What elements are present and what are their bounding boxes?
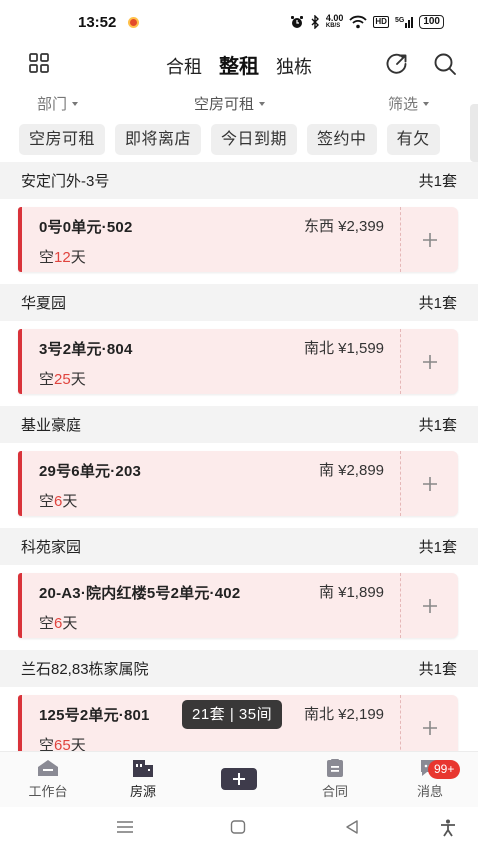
add-button[interactable] [401, 207, 458, 272]
status-bar: 13:52 4.00 KB/S HD 5G 100 [0, 0, 478, 44]
status-filter[interactable]: 空房可租 [194, 93, 266, 114]
chip-vacant-available[interactable]: 空房可租 [19, 124, 106, 155]
vacant-days: 空25天 [39, 371, 86, 388]
group-header: 基业豪庭 共1套 [0, 406, 478, 443]
unit-label: 20-A3·院内红楼5号2单元·402 [39, 585, 241, 602]
community-name: 华夏园 [21, 295, 67, 312]
chip-signing[interactable]: 签约中 [307, 124, 377, 155]
department-filter[interactable]: 部门 [37, 93, 79, 114]
signal-icon: 5G [395, 16, 414, 28]
tab-whole-rental[interactable]: 整租 [219, 56, 259, 78]
plus-icon [422, 598, 437, 613]
group-header: 科苑家园 共1套 [0, 528, 478, 565]
add-button[interactable] [401, 451, 458, 516]
add-button[interactable] [401, 329, 458, 394]
network-speed: 4.00 KB/S [325, 13, 344, 30]
plus-icon [422, 354, 437, 369]
search-icon[interactable] [432, 51, 458, 77]
bottom-navigation: 工作台 房源 合同 消息 99+ [0, 751, 478, 807]
back-icon[interactable] [344, 819, 360, 835]
unit-label: 0号0单元·502 [39, 219, 133, 236]
chip-leaving-soon[interactable]: 即将离店 [115, 124, 202, 155]
caret-down-icon [259, 101, 266, 106]
unit-label: 3号2单元·804 [39, 341, 133, 358]
chip-arrears[interactable]: 有欠 [386, 124, 440, 155]
vacant-days: 空12天 [39, 249, 86, 266]
home-icon[interactable] [230, 819, 246, 835]
contract-icon [327, 759, 343, 777]
community-name: 兰石82,83栋家属院 [21, 661, 149, 678]
battery-indicator: 100 [419, 15, 444, 29]
alarm-icon [290, 16, 303, 28]
listing-card[interactable]: 29号6单元·203 南 ¥2,899 空6天 [18, 451, 458, 516]
status-time: 13:52 [78, 13, 117, 31]
group-count: 共1套 [418, 661, 457, 678]
plus-icon [422, 720, 437, 735]
group-count: 共1套 [418, 417, 457, 434]
community-name: 基业豪庭 [21, 417, 82, 434]
menu-icon[interactable] [116, 819, 134, 835]
bluetooth-icon [311, 15, 319, 29]
tab-detached-building[interactable]: 独栋 [276, 57, 312, 77]
caret-down-icon [423, 101, 430, 106]
group-count: 共1套 [418, 295, 457, 312]
nav-listings[interactable]: 房源 [113, 758, 173, 800]
vacant-days: 空6天 [39, 493, 78, 510]
group-body: 20-A3·院内红楼5号2单元·402 南 ¥1,899 空6天 [0, 565, 478, 650]
notification-app-icon [128, 16, 140, 28]
listing-list: 安定门外-3号 共1套 0号0单元·502 东西 ¥2,399 空12天 华夏园… [0, 162, 478, 772]
filter-row: 部门 空房可租 筛选 [0, 88, 478, 118]
group-header: 华夏园 共1套 [0, 284, 478, 321]
orientation-price: 南北 ¥1,599 [303, 340, 384, 357]
quick-filter-chips: 空房可租 即将离店 今日到期 签约中 有欠 [19, 124, 478, 156]
group-count: 共1套 [418, 539, 457, 556]
vacant-days: 空6天 [39, 615, 78, 632]
listing-card[interactable]: 3号2单元·804 南北 ¥1,599 空25天 [18, 329, 458, 394]
community-name: 科苑家园 [21, 539, 82, 556]
unit-label: 29号6单元·203 [39, 463, 142, 480]
plus-icon [422, 232, 437, 247]
nav-add-button[interactable] [221, 768, 257, 790]
workbench-icon [38, 760, 58, 776]
nav-contracts[interactable]: 合同 [305, 758, 365, 800]
group-body: 29号6单元·203 南 ¥2,899 空6天 [0, 443, 478, 528]
group-body: 3号2单元·804 南北 ¥1,599 空25天 [0, 321, 478, 406]
top-header: 合租 整租 独栋 [0, 44, 478, 84]
orientation-price: 南 ¥2,899 [318, 462, 384, 479]
plus-icon [422, 476, 437, 491]
chip-due-today[interactable]: 今日到期 [211, 124, 298, 155]
share-icon[interactable] [384, 51, 410, 77]
orientation-price: 南北 ¥2,199 [303, 706, 384, 723]
count-toast: 21套 | 35间 [182, 700, 283, 729]
tab-shared-rental[interactable]: 合租 [166, 57, 202, 77]
caret-down-icon [72, 101, 79, 106]
orientation-price: 南 ¥1,899 [318, 584, 384, 601]
group-header: 兰石82,83栋家属院 共1套 [0, 650, 478, 687]
group-body: 0号0单元·502 东西 ¥2,399 空12天 [0, 199, 478, 284]
building-icon [133, 760, 153, 777]
community-name: 安定门外-3号 [21, 173, 110, 190]
screen-filter[interactable]: 筛选 [388, 93, 430, 114]
group-count: 共1套 [418, 173, 457, 190]
add-button[interactable] [401, 573, 458, 638]
accessibility-icon[interactable] [440, 819, 456, 837]
listing-card[interactable]: 0号0单元·502 东西 ¥2,399 空12天 [18, 207, 458, 272]
system-navigation-bar [0, 807, 478, 850]
listing-card[interactable]: 20-A3·院内红楼5号2单元·402 南 ¥1,899 空6天 [18, 573, 458, 638]
orientation-price: 东西 ¥2,399 [303, 218, 384, 235]
messages-badge: 99+ [428, 760, 461, 779]
hd-badge: HD [373, 16, 389, 28]
plus-icon [233, 773, 245, 785]
wifi-icon [349, 15, 368, 29]
nav-workbench[interactable]: 工作台 [18, 758, 78, 800]
group-header: 安定门外-3号 共1套 [0, 162, 478, 199]
unit-label: 125号2单元·801 [39, 707, 150, 724]
status-indicators: 4.00 KB/S HD 5G 100 [290, 14, 444, 30]
